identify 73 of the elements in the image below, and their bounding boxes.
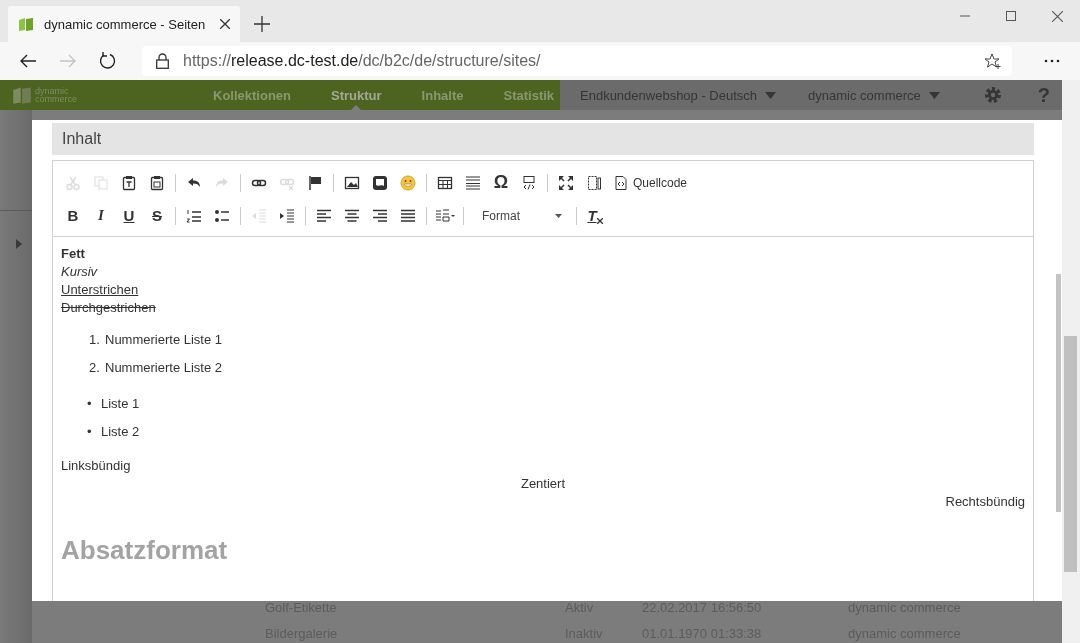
flag-icon bbox=[307, 174, 323, 191]
list-item: Nummerierte Liste 2 bbox=[105, 359, 223, 377]
copy-icon bbox=[93, 174, 109, 191]
list-item: Liste 1 bbox=[101, 395, 140, 413]
forward-arrow-icon bbox=[60, 54, 76, 68]
caret-icon bbox=[928, 91, 940, 99]
scrollbar-thumb[interactable] bbox=[1064, 336, 1077, 572]
numbered-list-icon bbox=[186, 207, 202, 224]
tab-title: dynamic commerce - Seiten bbox=[44, 16, 207, 32]
reload-icon bbox=[99, 52, 117, 70]
indent-icon bbox=[279, 207, 295, 224]
logo-text: dynamic bbox=[35, 87, 70, 95]
lines-icon bbox=[465, 174, 481, 191]
url-text: https://release.dc-test.de/dc/b2c/de/structure/sites/ bbox=[183, 52, 542, 70]
paragraph-text: Linksbündig bbox=[61, 457, 131, 475]
frame-icon bbox=[372, 174, 388, 191]
strike-button[interactable]: S bbox=[145, 203, 169, 228]
list-item: Liste 2 bbox=[101, 423, 140, 441]
maximize-icon bbox=[558, 174, 574, 191]
caret-icon bbox=[765, 91, 777, 99]
close-icon bbox=[1051, 10, 1063, 22]
div-icon bbox=[521, 174, 537, 191]
favicon-icon bbox=[18, 16, 34, 32]
scrollbar-thumb[interactable] bbox=[1056, 274, 1061, 512]
remove-format-button[interactable]: T bbox=[583, 203, 607, 228]
list-item: Nummerierte Liste 1 bbox=[105, 331, 223, 349]
list-marker: 2. bbox=[89, 359, 101, 377]
table-icon bbox=[437, 174, 453, 191]
paragraph-text: Kursiv bbox=[61, 263, 98, 281]
maximize-icon bbox=[1006, 11, 1016, 21]
scrollbar[interactable] bbox=[1062, 80, 1080, 643]
align-left-icon bbox=[316, 207, 332, 224]
close-icon[interactable] bbox=[220, 19, 230, 29]
paragraph-text: Rechtsbündig bbox=[945, 493, 1025, 511]
list-marker: • bbox=[87, 395, 93, 413]
smiley-icon bbox=[400, 174, 416, 191]
address-bar[interactable]: https://release.dc-test.de/dc/b2c/de/structure/sites/ bbox=[142, 46, 1012, 76]
paragraph-text: Durchgestrichen bbox=[61, 299, 156, 317]
logo-text: commerce bbox=[35, 95, 77, 103]
more-icon bbox=[1044, 59, 1060, 63]
blocks-icon bbox=[586, 174, 602, 191]
align-center-icon bbox=[344, 207, 360, 224]
browser-tab[interactable]: dynamic commerce - Seiten bbox=[8, 6, 240, 42]
close-icon bbox=[596, 217, 603, 224]
language-icon bbox=[435, 207, 455, 224]
source-button[interactable]: Quellcode bbox=[610, 170, 691, 195]
outdent-icon bbox=[251, 207, 267, 224]
align-right-icon bbox=[372, 207, 388, 224]
scissors-icon bbox=[65, 174, 81, 191]
underline-button[interactable]: U bbox=[117, 203, 141, 228]
source-icon bbox=[613, 174, 629, 191]
image-icon bbox=[344, 174, 360, 191]
format-dropdown[interactable]: Format bbox=[474, 203, 566, 228]
paragraph-text: Unterstrichen bbox=[61, 281, 139, 299]
back-arrow-icon bbox=[20, 54, 36, 68]
paragraph-text: Zentiert bbox=[520, 475, 566, 493]
list-marker: 1. bbox=[89, 331, 101, 349]
heading-text: Absatzformat bbox=[61, 535, 228, 565]
plus-icon bbox=[254, 16, 270, 32]
special-character-button[interactable]: Ω bbox=[489, 170, 513, 195]
lock-icon bbox=[156, 53, 169, 69]
bullet-list-icon bbox=[214, 207, 230, 224]
clipboard-icon bbox=[149, 174, 165, 191]
paragraph-text: Fett bbox=[61, 245, 85, 263]
section-title: Inhalt bbox=[62, 130, 102, 148]
justify-icon bbox=[400, 207, 416, 224]
clipboard-icon bbox=[121, 174, 137, 191]
bold-button[interactable]: B bbox=[61, 203, 85, 228]
list-marker: • bbox=[87, 423, 93, 441]
star-icon[interactable] bbox=[984, 52, 1002, 70]
logo-icon bbox=[12, 85, 32, 105]
caret-icon bbox=[555, 213, 562, 218]
italic-button[interactable]: I bbox=[89, 203, 113, 228]
